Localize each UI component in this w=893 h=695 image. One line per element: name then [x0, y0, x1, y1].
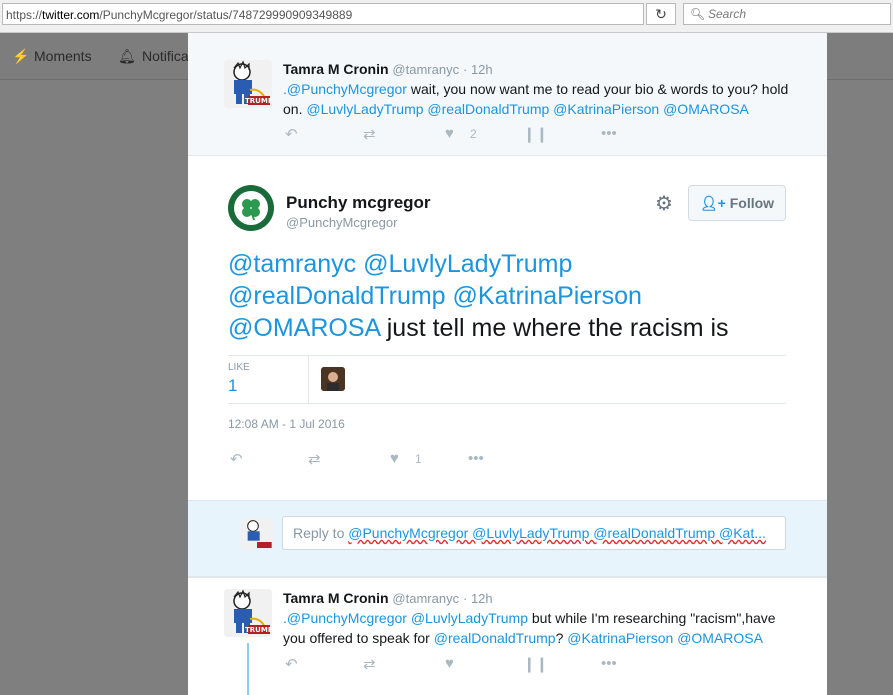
analytics-icon[interactable]: ❙❙: [523, 655, 548, 673]
search-icon: 🔍︎: [690, 7, 706, 21]
browser-search-input[interactable]: 🔍︎ Search: [683, 3, 891, 25]
user-handle[interactable]: @tamranyc: [392, 591, 459, 606]
like-icon[interactable]: ♥: [390, 450, 399, 467]
refresh-icon[interactable]: ↻: [646, 3, 676, 25]
reply-prefix: Reply to: [293, 525, 349, 541]
address-bar[interactable]: https://twitter.com/PunchyMcgregor/statu…: [2, 3, 644, 25]
conversation-line: [247, 643, 249, 695]
liker-avatar[interactable]: [321, 367, 345, 391]
mention-links[interactable]: @LuvlyLadyTrump @realDonaldTrump @Katrin…: [306, 101, 749, 117]
like-icon[interactable]: ♥: [445, 655, 454, 672]
search-placeholder: Search: [708, 7, 747, 21]
tweet-actions: ↶ ⇄ ♥ 2 ❙❙ •••: [283, 125, 683, 145]
user-handle[interactable]: @PunchyMcgregor: [286, 215, 431, 230]
avatar[interactable]: [227, 184, 275, 232]
svg-text:TRUMP: TRUMP: [245, 97, 272, 105]
user-handle[interactable]: @tamranyc: [392, 62, 459, 77]
like-stat-value[interactable]: 1: [228, 376, 237, 396]
mention-link[interactable]: @realDonaldTrump: [434, 630, 556, 646]
tweet-text-plain: ?: [555, 630, 568, 646]
mention-link[interactable]: .@PunchyMcgregor: [283, 81, 407, 97]
tweet-header: Tamra M Cronin @tamranyc · 12h: [283, 61, 493, 77]
like-count: 1: [415, 452, 422, 466]
more-icon[interactable]: •••: [601, 655, 617, 672]
tweet-time[interactable]: 12h: [471, 591, 493, 606]
tweet-text: .@PunchyMcgregor wait, you now want me t…: [283, 79, 803, 119]
user-name[interactable]: Punchy mcgregor: [286, 193, 431, 213]
url-path: /PunchyMcgregor/status/74872999090934988…: [99, 8, 353, 22]
follow-button[interactable]: 👤︎+ Follow: [688, 185, 786, 221]
user-name[interactable]: Tamra M Cronin: [283, 590, 389, 606]
tweet-permalink-modal: TRUMP Tamra M Cronin @tamranyc · 12h .@P…: [188, 33, 827, 695]
follow-user-icon: 👤︎+: [699, 195, 726, 211]
main-tweet-actions: ↶ ⇄ ♥ 1 •••: [228, 450, 628, 470]
tweet-time[interactable]: 12h: [471, 62, 493, 77]
retweet-icon[interactable]: ⇄: [363, 655, 376, 673]
tweet-text-plain: just tell me where the racism is: [379, 314, 729, 342]
nav-moments[interactable]: Moments: [34, 48, 92, 64]
reply-mentions: @PunchyMcgregor @LuvlyLadyTrump @realDon…: [348, 525, 766, 541]
reply-input[interactable]: Reply to @PunchyMcgregor @LuvlyLadyTrump…: [282, 516, 786, 550]
tweet-header: Tamra M Cronin @tamranyc · 12h: [283, 590, 493, 606]
browser-toolbar: https://twitter.com/PunchyMcgregor/statu…: [0, 0, 893, 33]
retweet-icon[interactable]: ⇄: [308, 450, 321, 468]
tweet-timestamp[interactable]: 12:08 AM - 1 Jul 2016: [228, 417, 345, 431]
reply-tweet[interactable]: TRUMP Tamra M Cronin @tamranyc · 12h .@P…: [188, 577, 827, 695]
reply-icon[interactable]: ↶: [230, 450, 243, 468]
user-name[interactable]: Tamra M Cronin: [283, 61, 389, 77]
reply-icon[interactable]: ↶: [285, 655, 298, 673]
gear-icon[interactable]: ⚙: [655, 191, 673, 216]
main-tweet-name: Punchy mcgregor @PunchyMcgregor: [286, 193, 431, 230]
url-scheme: https://: [6, 8, 43, 22]
like-stat-label: LIKE: [228, 362, 250, 373]
svg-text:TRUMP: TRUMP: [245, 626, 272, 634]
tweet-actions: ↶ ⇄ ♥ ❙❙ •••: [283, 655, 683, 675]
more-icon[interactable]: •••: [601, 125, 617, 142]
avatar[interactable]: TRUMP: [224, 589, 272, 637]
retweet-icon[interactable]: ⇄: [363, 125, 376, 143]
reply-icon[interactable]: ↶: [285, 125, 298, 143]
mention-links[interactable]: .@PunchyMcgregor @LuvlyLadyTrump: [283, 610, 528, 626]
like-icon[interactable]: ♥: [445, 125, 454, 142]
analytics-icon[interactable]: ❙❙: [523, 125, 548, 143]
tweet-text: .@PunchyMcgregor @LuvlyLadyTrump but whi…: [283, 608, 793, 648]
follow-label: Follow: [729, 195, 775, 211]
ancestor-tweet[interactable]: TRUMP Tamra M Cronin @tamranyc · 12h .@P…: [188, 33, 827, 155]
moments-icon[interactable]: ⚡: [12, 48, 29, 65]
url-domain: twitter.com: [42, 8, 100, 22]
more-icon[interactable]: •••: [468, 450, 484, 467]
reply-area: Reply to @PunchyMcgregor @LuvlyLadyTrump…: [188, 500, 827, 578]
avatar: [241, 518, 273, 550]
main-tweet-text: @tamranyc @LuvlyLadyTrump @realDonaldTru…: [228, 248, 788, 344]
bell-icon[interactable]: 🔔︎: [118, 48, 136, 65]
like-count: 2: [470, 127, 477, 141]
avatar[interactable]: TRUMP: [224, 60, 272, 108]
mention-links[interactable]: @KatrinaPierson @OMAROSA: [567, 630, 763, 646]
tweet-stats: LIKE 1: [228, 355, 786, 404]
